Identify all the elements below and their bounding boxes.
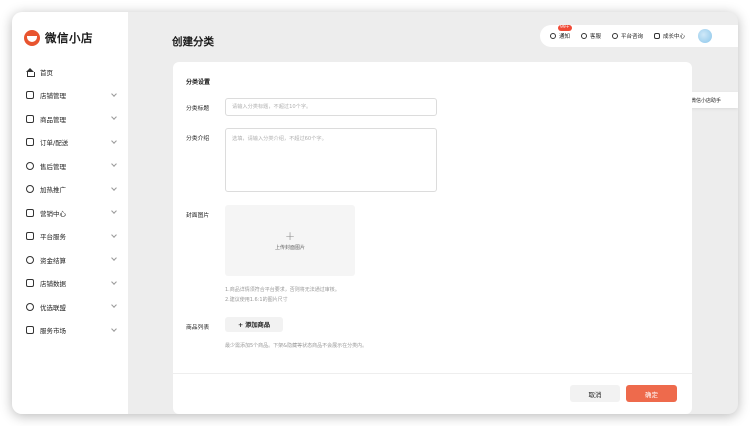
bag-icon [26, 114, 34, 123]
sidebar-item-label: 加热推广 [40, 186, 66, 195]
chevron-down-icon [111, 137, 117, 144]
sidebar-item-after-sales[interactable]: 售后管理 [12, 154, 128, 178]
notification-badge: 99+ [558, 25, 572, 31]
share-icon [26, 185, 34, 194]
sidebar-item-label: 店铺数据 [40, 280, 66, 289]
chevron-down-icon [111, 90, 117, 97]
chat-bubble-icon [612, 33, 619, 39]
brand-logo[interactable]: 微信小店 [24, 30, 93, 46]
brand-name: 微信小店 [45, 31, 93, 45]
network-icon [26, 302, 34, 311]
cover-hint-1: 1.商品详情须符合平台要求，否则将无法通过审核。 [225, 287, 340, 293]
plus-icon: + [284, 228, 296, 243]
app-window: 微信小店 首页 店铺管理 商品管理 订单/配送 售后管理 加热推广 营销中心 平… [12, 12, 738, 414]
section-title: 分类设置 [186, 79, 211, 86]
chart-icon [26, 279, 34, 288]
sidebar-item-label: 订单/配送 [40, 139, 69, 148]
sidebar-item-label: 店铺管理 [40, 92, 66, 101]
cover-image-label: 封面图片 [186, 213, 210, 219]
growth-center-button[interactable]: 成长中心 [654, 32, 685, 40]
sidebar-item-shop-management[interactable]: 店铺管理 [12, 84, 128, 108]
chevron-down-icon [111, 184, 117, 191]
page-title: 创建分类 [172, 36, 214, 48]
top-toolbar: 通知 99+ 客服 平台咨询 成长中心 [540, 25, 738, 47]
headset-icon [581, 33, 588, 39]
sidebar: 微信小店 首页 店铺管理 商品管理 订单/配送 售后管理 加热推广 营销中心 平… [12, 12, 128, 414]
sidebar-item-label: 服务市场 [40, 327, 66, 336]
chevron-down-icon [111, 161, 117, 167]
sidebar-item-product-management[interactable]: 商品管理 [12, 107, 128, 131]
notifications-button[interactable]: 通知 99+ [550, 25, 572, 40]
order-icon [26, 138, 34, 147]
growth-center-label: 成长中心 [663, 34, 686, 40]
sidebar-item-label: 商品管理 [40, 115, 66, 124]
sidebar-item-orders[interactable]: 订单/配送 [12, 131, 128, 155]
cover-upload-area[interactable]: + 上传封面图片 [225, 205, 355, 276]
form-card: 分类设置 分类标题 分类介绍 封面图片 + 上传封面图片 1.商品详情须符合平台… [173, 62, 692, 414]
bell-icon [550, 33, 556, 39]
confirm-button[interactable]: 确定 [626, 385, 677, 402]
sidebar-item-label: 优选联盟 [40, 303, 66, 312]
sidebar-item-label: 平台服务 [40, 233, 66, 242]
book-icon [654, 33, 661, 39]
cover-hint-2: 2.建议使用1.6:1的图片尺寸 [225, 297, 288, 303]
chevron-down-icon [111, 255, 117, 261]
chevron-down-icon [111, 231, 117, 238]
category-title-input[interactable] [225, 98, 437, 116]
add-products-button[interactable]: + 添加商品 [225, 317, 283, 332]
chevron-down-icon [111, 114, 117, 120]
sidebar-item-home[interactable]: 首页 [12, 60, 128, 84]
coin-icon [26, 255, 34, 264]
sidebar-item-label: 营销中心 [40, 209, 66, 218]
notifications-label: 通知 [559, 34, 571, 40]
sidebar-item-settlement[interactable]: 资金结算 [12, 248, 128, 272]
chevron-down-icon [111, 278, 117, 285]
footer-divider [173, 373, 692, 374]
platform-consult-button[interactable]: 平台咨询 [612, 32, 643, 40]
avatar[interactable] [698, 29, 713, 43]
sidebar-item-platform-services[interactable]: 平台服务 [12, 225, 128, 249]
sidebar-item-label: 资金结算 [40, 256, 66, 265]
shop-icon [26, 91, 34, 100]
category-intro-textarea[interactable] [225, 128, 437, 192]
ticket-icon [26, 208, 34, 217]
briefcase-icon [26, 232, 34, 241]
product-list-hint: 最少需添加5个商品。下架&隐藏等状态商品不会展示在分类内。 [225, 343, 368, 349]
sidebar-item-label: 首页 [40, 68, 53, 77]
shop-logo-icon [24, 30, 40, 46]
customer-service-button[interactable]: 客服 [581, 32, 601, 40]
grid-icon [26, 326, 34, 335]
customer-service-label: 客服 [590, 34, 602, 40]
sidebar-item-promotion[interactable]: 加热推广 [12, 178, 128, 202]
chevron-down-icon [111, 325, 117, 332]
upload-cover-label: 上传封面图片 [274, 244, 305, 251]
cancel-button[interactable]: 取消 [570, 385, 620, 402]
category-intro-label: 分类介绍 [186, 136, 210, 142]
chevron-down-icon [111, 302, 117, 308]
category-title-label: 分类标题 [186, 106, 210, 112]
sidebar-item-marketing[interactable]: 营销中心 [12, 201, 128, 225]
product-list-label: 商品列表 [186, 325, 210, 331]
sidebar-item-alliance[interactable]: 优选联盟 [12, 295, 128, 319]
home-icon [26, 67, 35, 77]
chevron-down-icon [111, 208, 117, 214]
sidebar-item-shop-data[interactable]: 店铺数据 [12, 272, 128, 296]
platform-consult-label: 平台咨询 [621, 34, 644, 40]
headset-icon [26, 161, 34, 170]
sidebar-item-service-market[interactable]: 服务市场 [12, 319, 128, 343]
sidebar-menu: 首页 店铺管理 商品管理 订单/配送 售后管理 加热推广 营销中心 平台服务 资… [12, 60, 128, 342]
sidebar-item-label: 售后管理 [40, 162, 66, 171]
